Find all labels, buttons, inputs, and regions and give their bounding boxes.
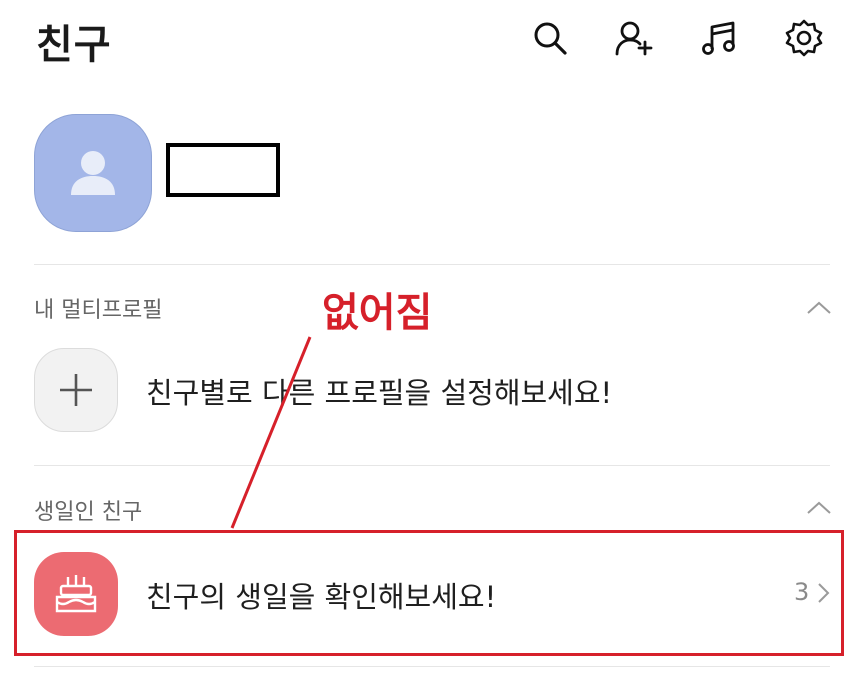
annotation-label: 없어짐 — [322, 290, 433, 336]
chevron-up-icon[interactable] — [806, 300, 832, 316]
search-button[interactable] — [528, 16, 572, 60]
add-multi-profile-button[interactable] — [34, 348, 118, 432]
add-friend-button[interactable] — [612, 16, 656, 60]
divider — [34, 666, 830, 667]
search-icon — [534, 22, 567, 55]
multi-profile-prompt[interactable]: 친구별로 다른 프로필을 설정해보세요! — [146, 370, 612, 412]
music-button[interactable] — [698, 16, 742, 60]
settings-button[interactable] — [782, 16, 826, 60]
chevron-up-icon[interactable] — [806, 500, 832, 516]
divider — [34, 465, 830, 466]
multi-profile-section-label: 내 멀티프로필 — [34, 298, 163, 323]
music-icon — [702, 21, 735, 55]
settings-icon — [785, 19, 823, 57]
annotation-highlight-box — [14, 530, 844, 656]
person-icon — [71, 151, 115, 195]
plus-icon — [60, 374, 92, 406]
add-friend-icon — [615, 21, 653, 56]
divider — [34, 264, 830, 265]
profile-name-redacted — [166, 143, 280, 197]
page-title: 친구 — [36, 22, 112, 68]
birthday-section-label: 생일인 친구 — [34, 500, 143, 525]
my-profile-avatar[interactable] — [34, 114, 152, 232]
